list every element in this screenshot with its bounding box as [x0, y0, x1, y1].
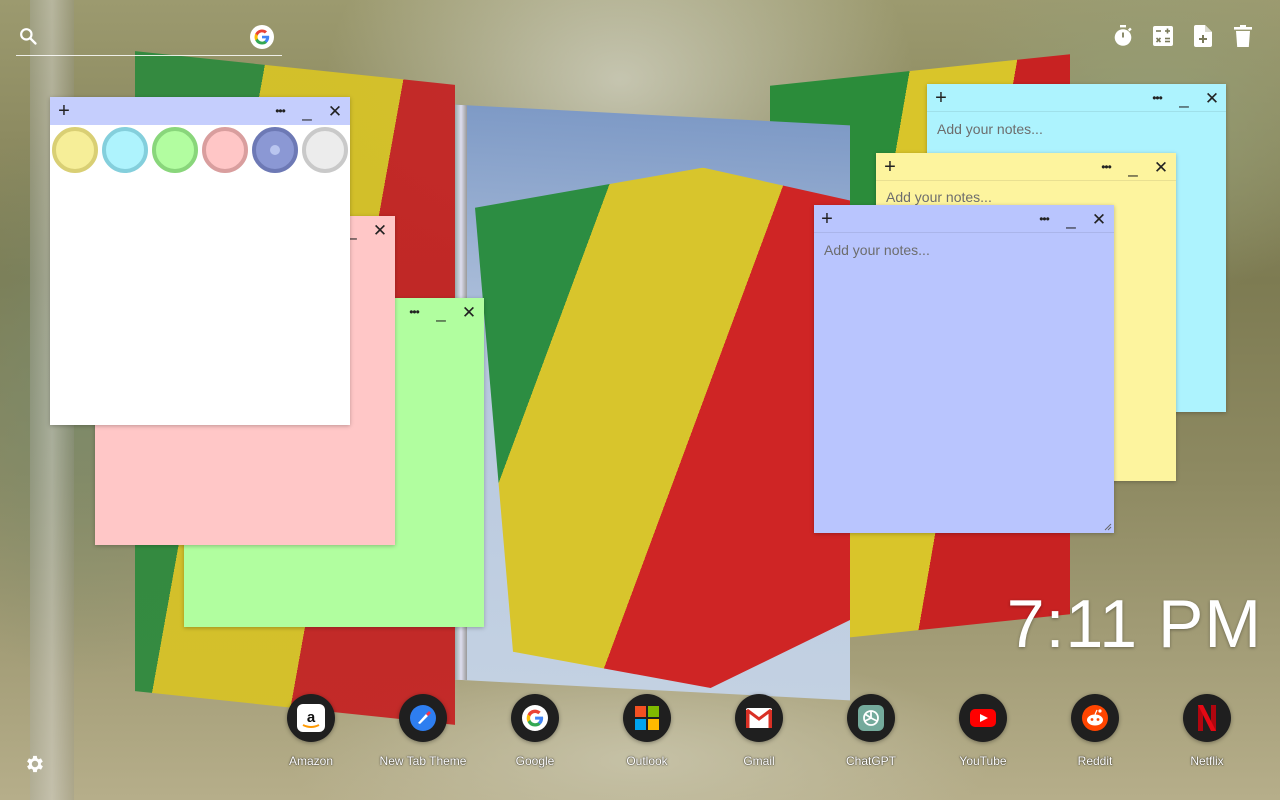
dock-label: Netflix	[1190, 754, 1224, 768]
close-icon[interactable]: ✕	[1087, 205, 1111, 233]
amazon-icon[interactable]: a	[287, 694, 335, 742]
dock-label: Reddit	[1077, 754, 1113, 768]
reddit-icon[interactable]	[1071, 694, 1119, 742]
search-input[interactable]	[46, 24, 246, 50]
minimize-icon[interactable]: _	[295, 97, 319, 125]
color-swatch-green[interactable]	[152, 127, 198, 173]
color-palette	[52, 127, 348, 173]
shortcut-chatgpt[interactable]: ChatGPT	[815, 694, 927, 774]
wallpaper-center-flag	[475, 156, 850, 696]
color-swatch-blue[interactable]	[252, 127, 298, 173]
dock-label: Outlook	[626, 754, 668, 768]
close-icon[interactable]: ✕	[1200, 84, 1224, 112]
svg-text:a: a	[307, 709, 316, 726]
wallpaper-center-panel	[455, 104, 850, 701]
color-swatch-cyan[interactable]	[102, 127, 148, 173]
shortcut-reddit[interactable]: Reddit	[1039, 694, 1151, 774]
note-title-bar[interactable]: + ••• _ ✕	[50, 97, 350, 125]
color-swatch-yellow[interactable]	[52, 127, 98, 173]
note-text-area[interactable]: Add your notes...	[814, 233, 1114, 533]
gmail-icon[interactable]	[735, 694, 783, 742]
color-swatch-grey[interactable]	[302, 127, 348, 173]
new-note-icon[interactable]	[1192, 24, 1214, 48]
dock-label: Gmail	[743, 754, 775, 768]
chatgpt-icon[interactable]	[847, 694, 895, 742]
shortcut-google[interactable]: Google	[479, 694, 591, 774]
search-icon[interactable]	[18, 26, 38, 46]
close-icon[interactable]: ✕	[368, 216, 392, 244]
shortcut-amazon[interactable]: a Amazon	[255, 694, 367, 774]
top-toolbar	[1112, 24, 1254, 48]
add-note-button[interactable]: +	[929, 84, 953, 112]
shortcut-netflix[interactable]: Netflix	[1151, 694, 1263, 774]
gear-icon[interactable]	[24, 753, 48, 777]
note-title-bar[interactable]: + ••• _ ✕	[927, 84, 1226, 112]
add-note-button[interactable]: +	[52, 97, 76, 125]
minimize-icon[interactable]: _	[1059, 205, 1083, 233]
minimize-icon[interactable]: _	[1172, 84, 1196, 112]
dock-label: ChatGPT	[845, 754, 896, 768]
more-options-icon[interactable]: •••	[402, 298, 426, 326]
shortcut-youtube[interactable]: YouTube	[927, 694, 1039, 774]
close-icon[interactable]: ✕	[1149, 153, 1173, 181]
calculator-icon[interactable]	[1152, 24, 1174, 48]
trash-icon[interactable]	[1232, 24, 1254, 48]
shortcut-outlook[interactable]: Outlook	[591, 694, 703, 774]
dock-label: New Tab Theme	[379, 754, 467, 768]
shortcut-new-tab-theme[interactable]: New Tab Theme	[367, 694, 479, 774]
add-note-button[interactable]: +	[878, 153, 902, 181]
note-title-bar[interactable]: + ••• _ ✕	[876, 153, 1176, 181]
sticky-note-white[interactable]: + ••• _ ✕	[50, 97, 350, 425]
dock-label: Google	[515, 754, 555, 768]
clock: 7:11 PM	[1006, 586, 1262, 662]
add-note-button[interactable]: +	[815, 205, 839, 233]
minimize-icon[interactable]: _	[429, 298, 453, 326]
note-title-bar[interactable]: + ••• _ ✕	[814, 205, 1114, 233]
google-icon[interactable]	[250, 25, 274, 49]
shortcut-gmail[interactable]: Gmail	[703, 694, 815, 774]
color-swatch-pink[interactable]	[202, 127, 248, 173]
netflix-icon[interactable]	[1183, 694, 1231, 742]
more-options-icon[interactable]: •••	[1032, 205, 1056, 233]
youtube-icon[interactable]	[959, 694, 1007, 742]
sticky-note-blue[interactable]: + ••• _ ✕ Add your notes...	[814, 205, 1114, 533]
dock-label: Amazon	[288, 754, 334, 768]
close-icon[interactable]: ✕	[457, 298, 481, 326]
more-options-icon[interactable]: •••	[268, 97, 292, 125]
resize-handle-icon[interactable]	[1104, 523, 1112, 531]
more-options-icon[interactable]: •••	[1094, 153, 1118, 181]
shortcut-dock: a Amazon New Tab Theme Google Outlook Gm…	[255, 694, 1265, 774]
dock-label: YouTube	[959, 754, 1007, 768]
search-bar	[16, 22, 282, 56]
more-options-icon[interactable]: •••	[1145, 84, 1169, 112]
google-icon[interactable]	[511, 694, 559, 742]
minimize-icon[interactable]: _	[1121, 153, 1145, 181]
new-tab-theme-icon[interactable]	[399, 694, 447, 742]
close-icon[interactable]: ✕	[323, 97, 347, 125]
outlook-icon[interactable]	[623, 694, 671, 742]
timer-icon[interactable]	[1112, 24, 1134, 48]
